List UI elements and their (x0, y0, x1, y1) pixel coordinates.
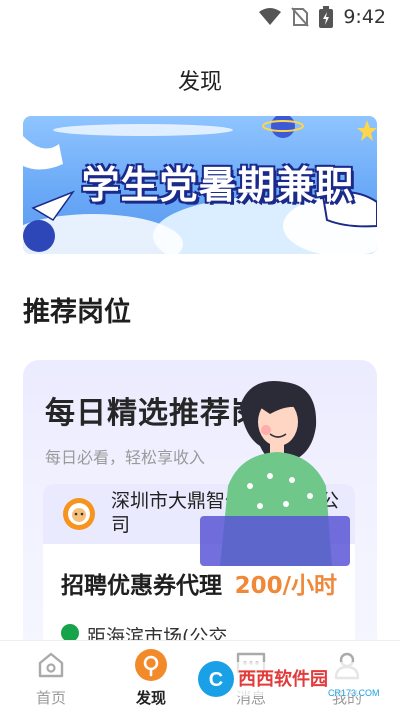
wifi-icon (259, 8, 282, 25)
discover-screen: 9:42 发现 学生党暑期兼职 推荐岗位 每日精选推荐岗位 每日必看，轻松享收入 (0, 0, 400, 710)
status-bar: 9:42 (0, 0, 400, 36)
section-title: 推荐岗位 (23, 297, 131, 328)
nav-home[interactable]: 首页 (16, 647, 86, 708)
company-logo-icon (63, 498, 95, 530)
battery-charging-icon (319, 6, 334, 28)
nav-home-label: 首页 (35, 689, 66, 707)
nav-discover-label: 发现 (135, 689, 166, 707)
watermark-brand: 西西软件园 (238, 668, 328, 690)
job-salary: 200/小时 (234, 573, 337, 599)
watermark-logo: C 西西软件园 CR173.COM (198, 661, 382, 698)
no-sim-icon (291, 7, 310, 27)
promo-banner[interactable]: 学生党暑期兼职 (23, 116, 377, 254)
card-subtitle: 每日必看，轻松享收入 (45, 448, 206, 467)
page-title: 发现 (177, 70, 222, 95)
woman-illustration (200, 381, 350, 566)
discover-icon (131, 647, 171, 683)
banner-text: 学生党暑期兼职 (81, 162, 355, 207)
home-icon (31, 647, 71, 683)
svg-text:C: C (209, 669, 223, 691)
status-time: 9:42 (343, 6, 386, 28)
nav-discover[interactable]: 发现 (116, 647, 186, 708)
status-icons: 9:42 (259, 6, 386, 28)
job-title: 招聘优惠券代理 (61, 573, 222, 599)
watermark-url: CR173.COM (328, 688, 380, 698)
